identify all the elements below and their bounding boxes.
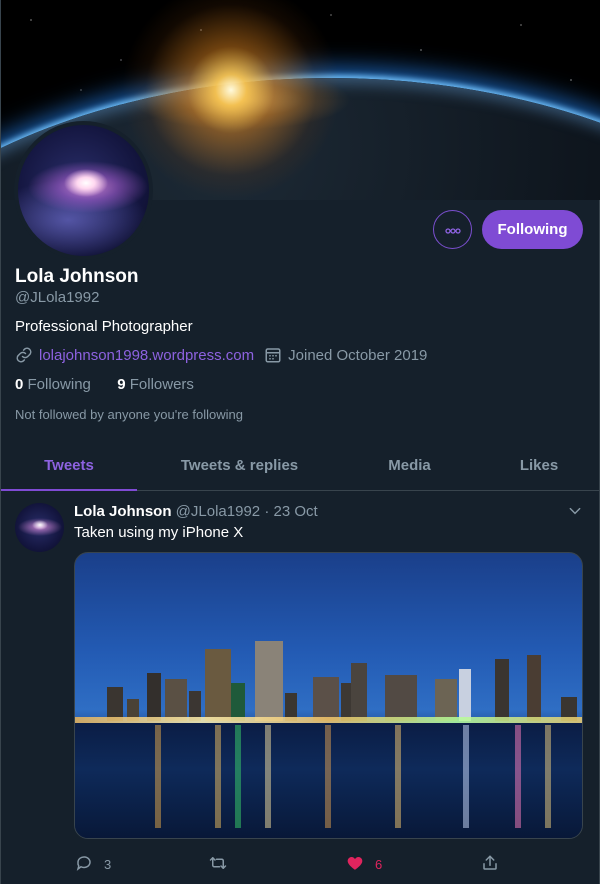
link-icon [15, 346, 33, 364]
tweet-separator: · [264, 503, 270, 520]
tweet-text: Taken using my iPhone X [74, 524, 244, 541]
share-button[interactable] [481, 854, 499, 875]
like-count: 6 [375, 857, 383, 872]
profile-name: Lola Johnson [15, 266, 139, 287]
tweet-date[interactable]: 23 Oct [273, 503, 317, 520]
tweet-handle[interactable]: @JLola1992 [176, 503, 260, 520]
profile-page: Following Lola Johnson @JLola1992 Profes… [0, 0, 600, 884]
following-button[interactable]: Following [482, 210, 583, 249]
reply-icon [75, 854, 93, 875]
reply-count: 3 [104, 857, 112, 872]
joined-date: Joined October 2019 [288, 346, 428, 364]
tab-tweets-replies[interactable]: Tweets & replies [137, 440, 342, 490]
profile-tabs: Tweets Tweets & replies Media Likes [1, 440, 600, 491]
follow-counts: 0 Following 9 Followers [15, 376, 194, 393]
tweet-avatar[interactable] [15, 503, 64, 552]
tweet-author[interactable]: Lola Johnson [74, 503, 172, 520]
followers-count: 9 [117, 376, 126, 393]
following-count: 0 [15, 376, 24, 393]
followers-label: Followers [129, 376, 194, 393]
tweet-photo[interactable] [74, 552, 583, 839]
following-label: Following [27, 376, 91, 393]
retweet-icon [208, 854, 228, 875]
share-icon [481, 854, 499, 875]
reply-button[interactable]: 3 [75, 854, 111, 875]
profile-meta: lolajohnson1998.wordpress.com Joined Oct… [15, 346, 427, 364]
tweet-actions: 3 6 [1, 854, 600, 874]
more-options-button[interactable] [433, 210, 472, 249]
retweet-button[interactable] [208, 854, 239, 875]
tab-media[interactable]: Media [342, 440, 477, 490]
chevron-down-icon[interactable] [568, 504, 582, 523]
tab-likes[interactable]: Likes [477, 440, 600, 490]
not-followed-note: Not followed by anyone you're following [15, 407, 243, 422]
profile-handle: @JLola1992 [15, 289, 100, 306]
heart-icon [346, 854, 364, 875]
calendar-icon [264, 346, 282, 364]
tab-tweets[interactable]: Tweets [1, 440, 137, 491]
following-count-link[interactable]: 0 Following [15, 376, 91, 393]
profile-bio: Professional Photographer [15, 318, 193, 335]
tweet-header: Lola Johnson @JLola1992 · 23 Oct [74, 503, 318, 520]
website-link[interactable]: lolajohnson1998.wordpress.com [39, 347, 254, 364]
like-button[interactable]: 6 [346, 854, 382, 875]
more-dots-icon [444, 222, 461, 237]
profile-avatar[interactable] [14, 121, 153, 260]
followers-count-link[interactable]: 9 Followers [117, 376, 194, 393]
